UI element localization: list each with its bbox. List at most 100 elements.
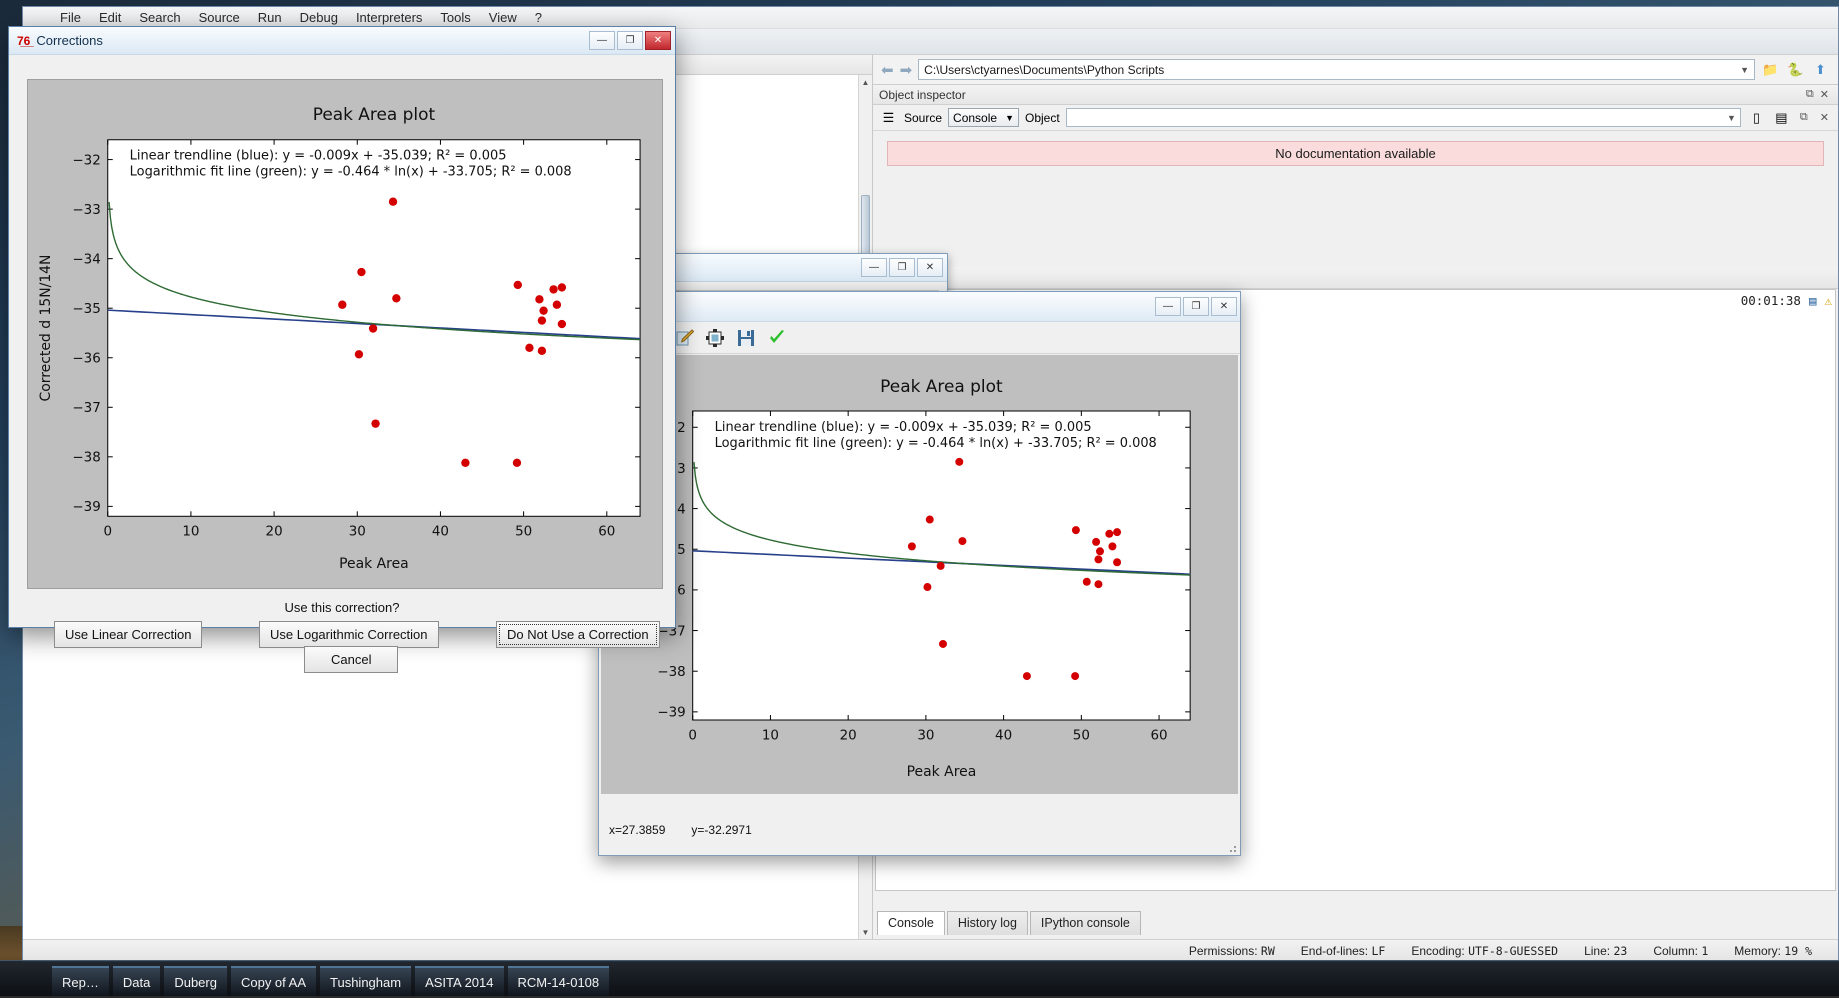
taskbar-item-copy-of-aa[interactable]: Copy of AA: [230, 966, 317, 996]
data-point: [1092, 537, 1101, 546]
figure-canvas[interactable]: Peak Area plot0102030405060−32−33−34−35−…: [601, 355, 1238, 794]
scroll-up-arrow-icon[interactable]: ▲: [859, 75, 872, 89]
menu-item-run[interactable]: Run: [249, 8, 291, 27]
elapsed-time: 00:01:38: [1740, 293, 1801, 308]
arrow-left-icon[interactable]: ⬅: [881, 61, 894, 79]
menu-item-view[interactable]: View: [480, 8, 526, 27]
warning-icon[interactable]: ⚠: [1824, 293, 1832, 308]
object-inspector-titlebar: Object inspector ⧉ ✕: [873, 85, 1838, 105]
y-tick-label: −39: [657, 705, 685, 721]
taskbar-item-rcm[interactable]: RCM-14-0108: [507, 966, 610, 996]
figure-window[interactable]: — ❐ ✕ Peak Area plot0102030405060−32−33−…: [598, 291, 1241, 856]
minimize-icon[interactable]: —: [589, 31, 615, 50]
data-point: [1094, 580, 1103, 589]
source-select[interactable]: Console ▼: [948, 108, 1019, 127]
use-linear-correction-button[interactable]: Use Linear Correction: [54, 621, 203, 648]
menu-item-debug[interactable]: Debug: [291, 8, 347, 27]
dialog-plot-canvas[interactable]: Peak Area plot 0 10 20 30 40 50 60 −32 −33 −34 −35 −…: [27, 79, 663, 589]
y-tick-label: −34: [72, 253, 100, 268]
peak-area-plot-dialog: Peak Area plot 0 10 20 30 40 50 60 −32 −33 −34 −35 −…: [28, 80, 662, 588]
close-icon[interactable]: ✕: [1211, 297, 1237, 316]
taskbar-item-tushingham[interactable]: Tushingham: [320, 966, 412, 996]
data-point: [357, 267, 366, 277]
y-tick-label: −32: [72, 153, 100, 168]
data-point: [552, 300, 562, 309]
data-point: [1094, 555, 1103, 564]
start-button[interactable]: [0, 960, 52, 996]
options-icon[interactable]: ☰: [879, 108, 898, 127]
resize-grip[interactable]: [1226, 842, 1238, 854]
path-input[interactable]: C:\Users\ctyarnes\Documents\Python Scrip…: [918, 59, 1755, 80]
close-icon[interactable]: ✕: [1817, 111, 1832, 124]
taskbar-item-data[interactable]: Data: [112, 966, 161, 996]
data-point: [557, 319, 567, 329]
use-logarithmic-correction-button[interactable]: Use Logarithmic Correction: [259, 621, 439, 648]
x-tick-label: 20: [266, 525, 283, 540]
x-tick-label: 40: [995, 727, 1012, 743]
folder-icon[interactable]: 📁: [1761, 60, 1780, 79]
close-icon[interactable]: ✕: [917, 258, 943, 277]
undock-icon[interactable]: ⧉: [1803, 88, 1817, 101]
data-point: [907, 542, 916, 551]
menu-item-search[interactable]: Search: [130, 8, 189, 27]
console-tab-strip: Console History log IPython console: [877, 911, 1141, 935]
close-icon[interactable]: ✕: [645, 31, 671, 50]
chevron-down-icon[interactable]: ▼: [1740, 65, 1749, 75]
save-icon[interactable]: [735, 327, 757, 349]
minimize-icon[interactable]: —: [861, 258, 887, 277]
dialog-question: Use this correction?: [284, 600, 400, 615]
accept-icon[interactable]: [766, 327, 788, 349]
configure-subplots-icon[interactable]: [704, 327, 726, 349]
menu-item-help[interactable]: ?: [526, 8, 551, 27]
taskbar-item-rep[interactable]: Rep…: [52, 966, 109, 996]
data-point: [1096, 547, 1104, 556]
terminate-icon[interactable]: ▤: [1809, 293, 1817, 308]
x-axis-label: Peak Area: [907, 764, 977, 780]
data-point: [388, 197, 398, 206]
scroll-down-arrow-icon[interactable]: ▼: [859, 925, 872, 939]
do-not-use-a-correction-button[interactable]: Do Not Use a Correction: [496, 621, 660, 648]
python-icon[interactable]: 🐍: [1786, 60, 1805, 79]
options-menu-icon[interactable]: ▤: [1772, 108, 1791, 127]
figure-back-titlebar[interactable]: — ❐ ✕: [656, 254, 947, 282]
tab-history-log[interactable]: History log: [946, 911, 1028, 935]
python-tk-icon: 7̲6̲: [17, 33, 31, 48]
menu-item-file[interactable]: File: [51, 8, 90, 27]
object-input[interactable]: ▼: [1065, 108, 1741, 127]
data-point: [392, 294, 401, 303]
menu-item-interpreters[interactable]: Interpreters: [347, 8, 431, 27]
maximize-icon[interactable]: ❐: [617, 31, 643, 50]
source-select-value: Console: [953, 110, 998, 125]
dialog-body: Peak Area plot 0 10 20 30 40 50 60 −32 −33 −34 −35 −…: [9, 55, 675, 673]
arrow-right-icon[interactable]: ➡: [900, 61, 913, 79]
fit-annotation: Logarithmic fit line (green): y = -0.464…: [715, 436, 1157, 451]
menu-item-tools[interactable]: Tools: [431, 8, 479, 27]
menu-item-edit[interactable]: Edit: [90, 8, 130, 27]
taskbar-item-asita-2014[interactable]: ASITA 2014: [415, 966, 504, 996]
status-permissions: Permissions: RW: [1188, 943, 1275, 958]
arrow-up-icon[interactable]: ⬆: [1811, 60, 1830, 79]
edit-icon[interactable]: [673, 327, 695, 349]
tab-console[interactable]: Console: [877, 911, 945, 935]
y-tick-label: −36: [72, 352, 100, 367]
lock-icon[interactable]: ▯: [1747, 108, 1766, 127]
data-point: [1105, 529, 1114, 538]
figure-titlebar[interactable]: — ❐ ✕: [599, 292, 1240, 322]
dialog-titlebar[interactable]: 7̲6̲ Corrections — ❐ ✕: [9, 27, 675, 55]
close-icon[interactable]: ✕: [1817, 88, 1832, 101]
cancel-button[interactable]: Cancel: [304, 646, 399, 673]
object-label: Object: [1024, 110, 1060, 125]
tab-ipython-console[interactable]: IPython console: [1029, 911, 1141, 935]
taskbar-item-duberg[interactable]: Duberg: [164, 966, 227, 996]
menu-item-source[interactable]: Source: [190, 8, 249, 27]
minimize-icon[interactable]: —: [1155, 297, 1181, 316]
data-point: [535, 295, 544, 304]
corrections-dialog[interactable]: 7̲6̲ Corrections — ❐ ✕ Peak Area plot 0 10…: [8, 26, 676, 673]
y-tick-label: −37: [72, 401, 100, 416]
data-point: [1113, 558, 1122, 567]
maximize-icon[interactable]: ❐: [1183, 297, 1209, 316]
undock-icon[interactable]: ⧉: [1797, 111, 1811, 124]
chevron-down-icon[interactable]: ▼: [1727, 113, 1736, 123]
maximize-icon[interactable]: ❐: [889, 258, 915, 277]
status-encoding: Encoding: UTF-8-GUESSED: [1411, 943, 1559, 958]
